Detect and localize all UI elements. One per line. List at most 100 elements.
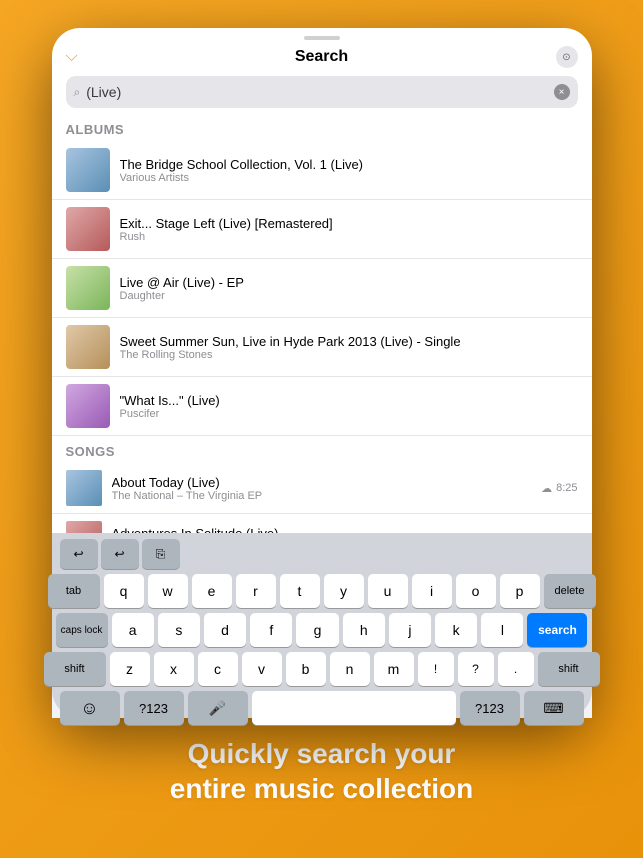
keyboard-row-2: caps lock a s d f g h j k l search bbox=[62, 613, 582, 647]
key-exclamation[interactable]: ! bbox=[418, 652, 454, 686]
device-shell: ● App Store 9:41 AM Tue Jan 9 ▲▲▲ WiFi 🔋… bbox=[52, 28, 592, 718]
tagline-line1: Quickly search your bbox=[188, 738, 456, 769]
key-e[interactable]: e bbox=[192, 574, 232, 608]
key-g[interactable]: g bbox=[296, 613, 338, 647]
key-m[interactable]: m bbox=[374, 652, 414, 686]
numbers-key-right[interactable]: ?123 bbox=[460, 691, 520, 708]
undo-key[interactable]: ↩ bbox=[62, 539, 98, 569]
tab-key[interactable]: tab bbox=[62, 574, 100, 608]
key-a[interactable]: a bbox=[112, 613, 154, 647]
key-o[interactable]: o bbox=[456, 574, 496, 608]
device-screen: ● App Store 9:41 AM Tue Jan 9 ▲▲▲ WiFi 🔋… bbox=[62, 38, 582, 708]
key-j[interactable]: j bbox=[389, 613, 431, 647]
key-s[interactable]: s bbox=[158, 613, 200, 647]
key-n[interactable]: n bbox=[330, 652, 370, 686]
keyboard-row-3: shift z x c v b n m ! ? . shift bbox=[62, 652, 582, 686]
key-b[interactable]: b bbox=[286, 652, 326, 686]
album-title: Exit... Stage Left (Live) [Remastered] bbox=[120, 216, 578, 231]
search-icon: ⌕ bbox=[74, 85, 81, 100]
back-button[interactable]: ⌵ bbox=[66, 48, 78, 66]
key-d[interactable]: d bbox=[204, 613, 246, 647]
key-w[interactable]: w bbox=[148, 574, 188, 608]
album-result-text: "What Is..." (Live) Puscifer bbox=[120, 393, 578, 420]
delete-key[interactable]: delete bbox=[544, 574, 582, 608]
song-duration: ☁ 8:25 bbox=[541, 482, 577, 495]
album-result-text: Live @ Air (Live) - EP Daughter bbox=[120, 275, 578, 302]
album-thumbnail bbox=[66, 325, 110, 369]
song-subtitle: The National – The Virginia EP bbox=[112, 490, 536, 502]
options-button[interactable]: ⊙ bbox=[556, 46, 578, 68]
search-input-box[interactable]: ⌕ (Live) × bbox=[66, 76, 578, 108]
album-result-text: The Bridge School Collection, Vol. 1 (Li… bbox=[120, 157, 578, 184]
keyboard-bottom-row: ☺ ?123 🎤 ?123 ⌨ bbox=[62, 691, 582, 708]
key-y[interactable]: y bbox=[324, 574, 364, 608]
caps-lock-key[interactable]: caps lock bbox=[62, 613, 108, 647]
album-subtitle: Puscifer bbox=[120, 408, 578, 420]
song-result-item[interactable]: Adventures In Solitude (Live) The New Po… bbox=[62, 514, 582, 533]
album-subtitle: The Rolling Stones bbox=[120, 349, 578, 361]
search-title: Search bbox=[295, 48, 348, 66]
song-result-item[interactable]: About Today (Live) The National – The Vi… bbox=[62, 463, 582, 514]
album-result-text: Exit... Stage Left (Live) [Remastered] R… bbox=[120, 216, 578, 243]
key-f[interactable]: f bbox=[250, 613, 292, 647]
album-result-item[interactable]: Exit... Stage Left (Live) [Remastered] R… bbox=[62, 200, 582, 259]
search-input-row: ⌕ (Live) × bbox=[62, 70, 582, 114]
keyboard-row-1: tab q w e r t y u i o p delete bbox=[62, 574, 582, 608]
song-result-text: About Today (Live) The National – The Vi… bbox=[112, 475, 536, 502]
cloud-icon: ☁ bbox=[541, 482, 552, 495]
tagline-line2: entire music collection bbox=[170, 773, 473, 804]
modal-handle[interactable] bbox=[304, 38, 340, 40]
key-r[interactable]: r bbox=[236, 574, 276, 608]
emoji-key[interactable]: ☺ bbox=[62, 691, 120, 708]
album-result-item[interactable]: "What Is..." (Live) Puscifer bbox=[62, 377, 582, 436]
redo-key[interactable]: ↩ bbox=[101, 539, 139, 569]
space-key[interactable] bbox=[252, 691, 456, 708]
album-subtitle: Daughter bbox=[120, 290, 578, 302]
numbers-key-left[interactable]: ?123 bbox=[124, 691, 184, 708]
key-i[interactable]: i bbox=[412, 574, 452, 608]
song-title: Adventures In Solitude (Live) bbox=[112, 526, 536, 534]
key-p[interactable]: p bbox=[500, 574, 540, 608]
tagline: Quickly search your entire music collect… bbox=[130, 736, 513, 806]
key-period[interactable]: . bbox=[498, 652, 534, 686]
key-v[interactable]: v bbox=[242, 652, 282, 686]
song-thumbnail bbox=[66, 521, 102, 533]
key-u[interactable]: u bbox=[368, 574, 408, 608]
keyboard-toolbar: ↩ ↩ ⎘ bbox=[62, 539, 582, 569]
album-thumbnail bbox=[66, 207, 110, 251]
key-q[interactable]: q bbox=[104, 574, 144, 608]
shift-key-right[interactable]: shift bbox=[538, 652, 582, 686]
album-result-item[interactable]: Live @ Air (Live) - EP Daughter bbox=[62, 259, 582, 318]
album-subtitle: Various Artists bbox=[120, 172, 578, 184]
search-key[interactable]: search bbox=[527, 613, 581, 647]
paste-key[interactable]: ⎘ bbox=[142, 539, 180, 569]
album-title: Live @ Air (Live) - EP bbox=[120, 275, 578, 290]
album-thumbnail bbox=[66, 148, 110, 192]
song-thumbnail bbox=[66, 470, 102, 506]
album-result-item[interactable]: The Bridge School Collection, Vol. 1 (Li… bbox=[62, 141, 582, 200]
album-result-item[interactable]: Sweet Summer Sun, Live in Hyde Park 2013… bbox=[62, 318, 582, 377]
key-h[interactable]: h bbox=[343, 613, 385, 647]
album-result-text: Sweet Summer Sun, Live in Hyde Park 2013… bbox=[120, 334, 578, 361]
search-header: ⌵ Search ⊙ bbox=[62, 44, 582, 70]
key-k[interactable]: k bbox=[435, 613, 477, 647]
key-z[interactable]: z bbox=[110, 652, 150, 686]
search-results: ALBUMS The Bridge School Collection, Vol… bbox=[62, 114, 582, 533]
album-thumbnail bbox=[66, 266, 110, 310]
key-l[interactable]: l bbox=[481, 613, 523, 647]
search-modal: ⌵ Search ⊙ ⌕ (Live) × ALBUMS The Bridge … bbox=[62, 38, 582, 533]
key-question[interactable]: ? bbox=[458, 652, 494, 686]
keyboard: ↩ ↩ ⎘ tab q w e r t y u i o p delete bbox=[62, 533, 582, 708]
album-title: Sweet Summer Sun, Live in Hyde Park 2013… bbox=[120, 334, 578, 349]
key-t[interactable]: t bbox=[280, 574, 320, 608]
album-thumbnail bbox=[66, 384, 110, 428]
album-title: The Bridge School Collection, Vol. 1 (Li… bbox=[120, 157, 578, 172]
clear-button[interactable]: × bbox=[554, 84, 570, 100]
keyboard-dismiss-key[interactable]: ⌨ bbox=[524, 691, 582, 708]
song-title: About Today (Live) bbox=[112, 475, 536, 490]
key-c[interactable]: c bbox=[198, 652, 238, 686]
shift-key-left[interactable]: shift bbox=[62, 652, 106, 686]
search-query: (Live) bbox=[86, 84, 547, 100]
key-x[interactable]: x bbox=[154, 652, 194, 686]
mic-key[interactable]: 🎤 bbox=[188, 691, 248, 708]
